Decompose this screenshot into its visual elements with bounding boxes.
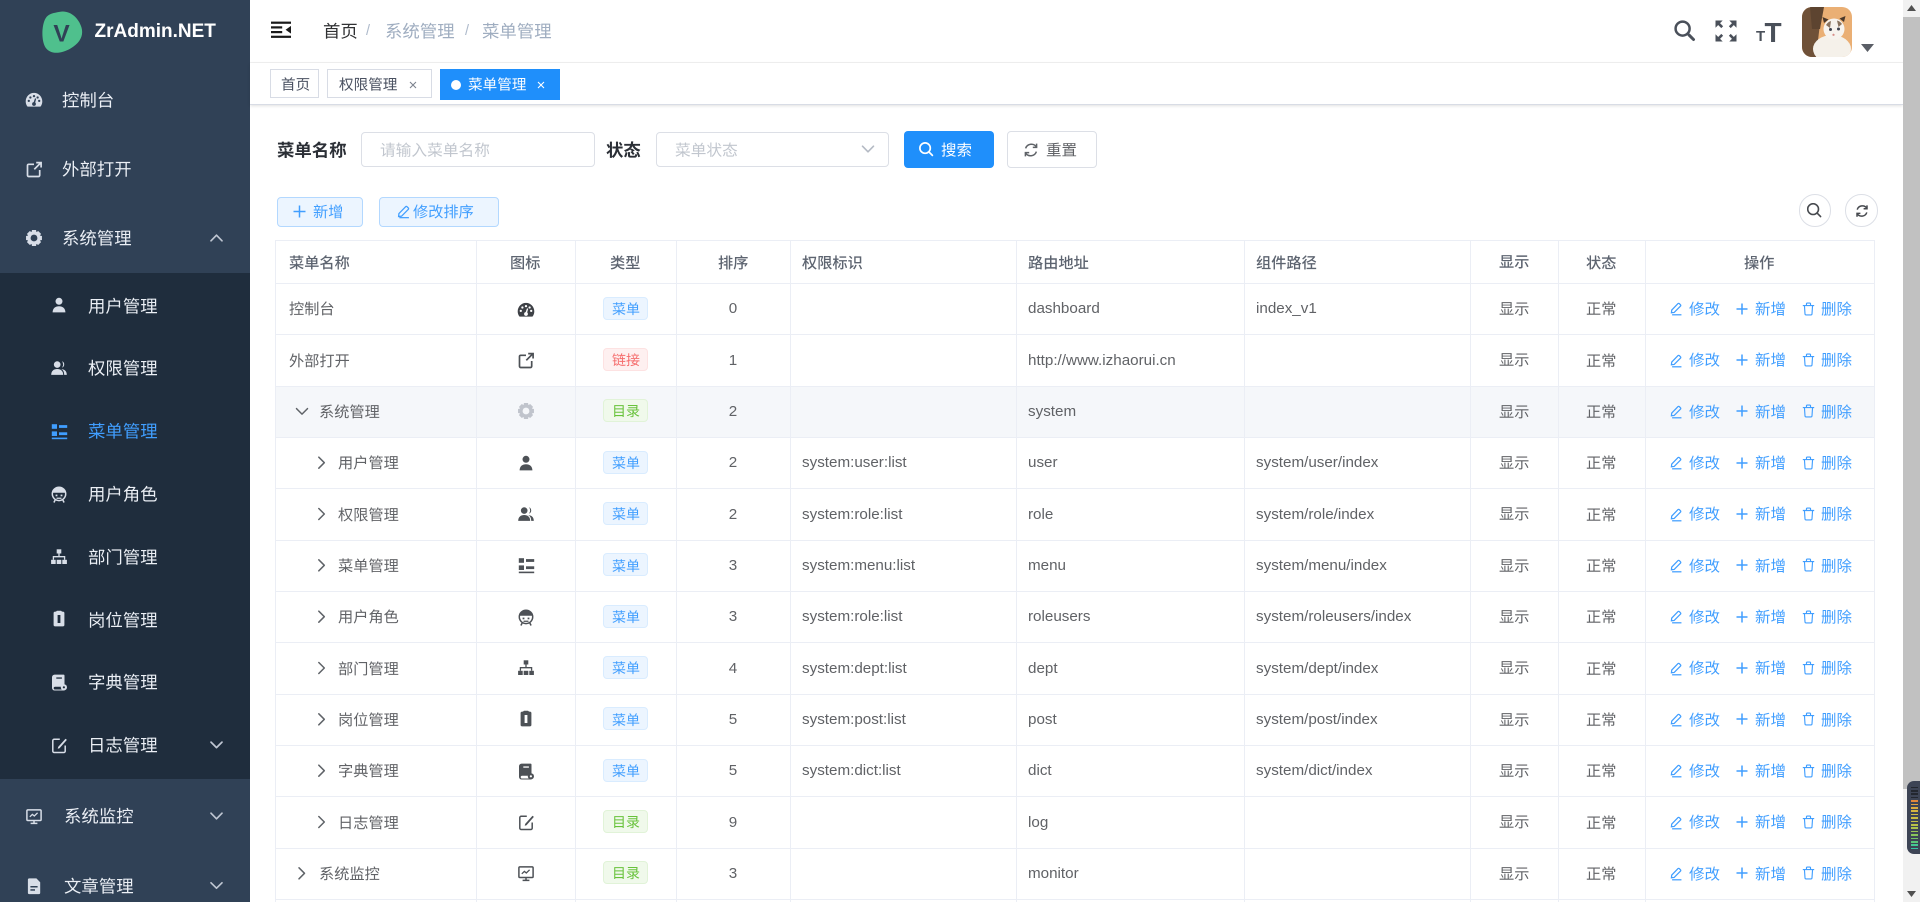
svg-text:V: V [53,21,70,48]
